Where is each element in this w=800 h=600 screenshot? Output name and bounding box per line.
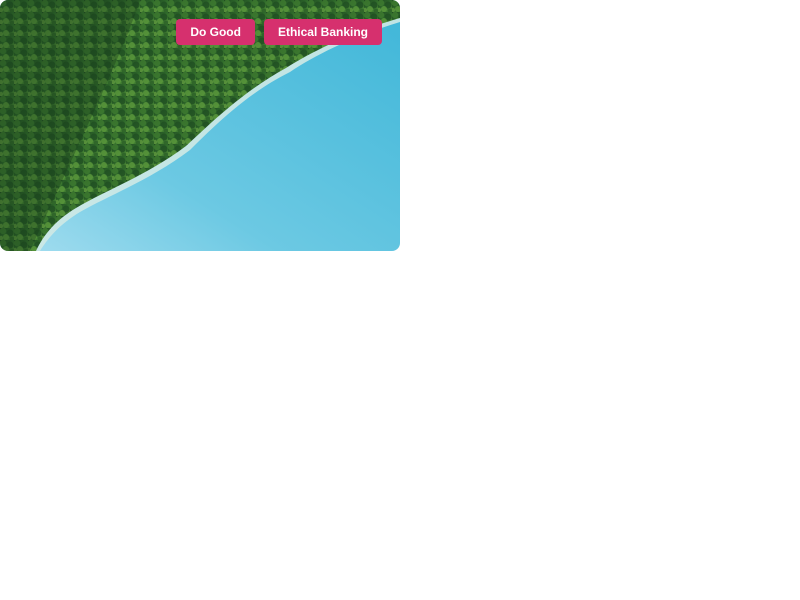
tag-do-good[interactable]: Do Good <box>176 19 255 45</box>
hero-image-card: Do Good Ethical Banking <box>0 0 400 251</box>
tag-list: Do Good Ethical Banking <box>176 19 382 45</box>
tag-ethical-banking[interactable]: Ethical Banking <box>263 19 382 45</box>
